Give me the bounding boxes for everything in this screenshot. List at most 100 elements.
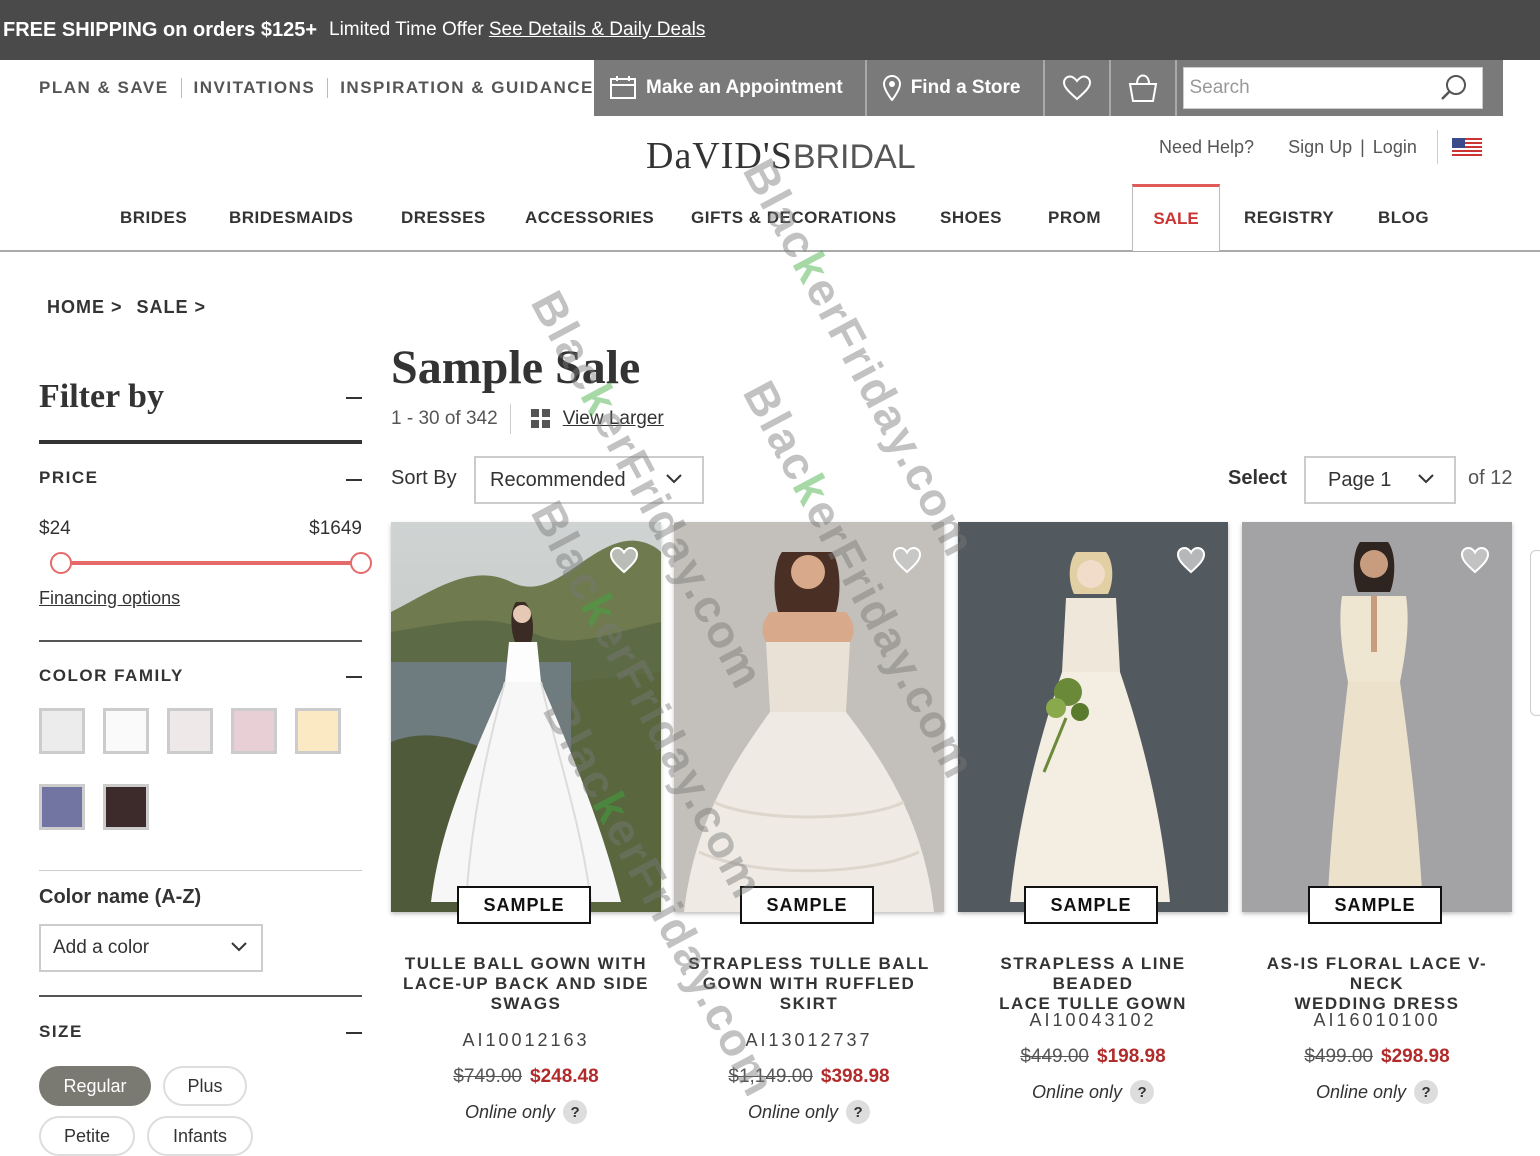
price-slider-max-handle[interactable] [350, 552, 372, 574]
size-regular-pill[interactable]: Regular [39, 1066, 151, 1106]
product-image[interactable] [674, 522, 944, 912]
heart-icon[interactable] [892, 546, 922, 574]
find-store-button[interactable]: Find a Store [866, 60, 1045, 116]
nav-gifts-decorations[interactable]: GIFTS & DECORATIONS [691, 208, 897, 228]
price-min: $24 [39, 518, 71, 539]
filter-title: Filter by [39, 378, 164, 415]
carousel-edge-control[interactable] [1530, 550, 1540, 716]
color-swatch-ivory[interactable] [103, 708, 149, 754]
search-input[interactable] [1183, 77, 1434, 99]
brand-logo[interactable]: DaVID'SBRIDAL [646, 134, 916, 178]
promo-details-link[interactable]: See Details & Daily Deals [489, 19, 705, 41]
breadcrumb-sale[interactable]: SALE > [137, 297, 207, 318]
nav-brides[interactable]: BRIDES [120, 208, 187, 228]
chevron-down-icon [666, 474, 682, 484]
color-swatch-blue[interactable] [39, 784, 85, 830]
color-swatch-brown[interactable] [103, 784, 149, 830]
nav-prom[interactable]: PROM [1048, 208, 1101, 228]
color-swatch-yellow[interactable] [295, 708, 341, 754]
product-prices: $449.00 $198.98 [958, 1046, 1228, 1068]
collapse-filters-icon[interactable] [346, 397, 362, 399]
product-image[interactable] [958, 522, 1228, 912]
util-link-inspiration[interactable]: INSPIRATION & GUIDANCE [327, 78, 606, 98]
product-sku: AI16010100 [1313, 1010, 1441, 1030]
original-price: $1,149.00 [728, 1066, 813, 1087]
sign-up-link[interactable]: Sign Up [1288, 137, 1352, 158]
search-icon[interactable] [1440, 74, 1468, 102]
product-sku: AI10043102 [1029, 1010, 1157, 1030]
online-only-label: Online only [1315, 1081, 1407, 1102]
breadcrumb-home[interactable]: HOME > [47, 297, 123, 318]
view-larger-link[interactable]: View Larger [563, 408, 664, 430]
logo-bold: DaVID'S [646, 135, 793, 177]
nav-dresses[interactable]: DRESSES [401, 208, 486, 228]
util-link-plan-save[interactable]: PLAN & SAVE [39, 78, 181, 98]
product-name[interactable]: STRAPLESS TULLE BALL GOWN WITH RUFFLED S… [674, 954, 944, 1014]
login-link[interactable]: Login [1373, 137, 1417, 158]
product-name-line: SKIRT [779, 994, 839, 1013]
collapse-color-icon[interactable] [346, 676, 362, 678]
heart-icon[interactable] [1460, 546, 1490, 574]
product-prices: $749.00 $248.48 [391, 1066, 661, 1088]
nav-bridesmaids[interactable]: BRIDESMAIDS [229, 208, 354, 228]
financing-options-link[interactable]: Financing options [39, 588, 180, 609]
color-swatch-light-gray[interactable] [167, 708, 213, 754]
country-selector[interactable] [1436, 130, 1482, 164]
online-only-label: Online only [747, 1101, 839, 1122]
watermark-text: er [795, 267, 864, 335]
original-price: $749.00 [453, 1066, 522, 1087]
sort-select[interactable]: Recommended [474, 456, 704, 504]
map-pin-icon [882, 75, 901, 101]
price-slider-track[interactable] [59, 561, 361, 565]
color-swatch-pink[interactable] [231, 708, 277, 754]
color-swatch-white[interactable] [39, 708, 85, 754]
availability-note: Online only? [958, 1080, 1228, 1104]
util-link-invitations[interactable]: INVITATIONS [180, 78, 328, 98]
chevron-down-icon [1418, 474, 1434, 484]
help-icon[interactable]: ? [1414, 1080, 1439, 1104]
nav-blog[interactable]: BLOG [1378, 208, 1429, 228]
page-total: of 12 [1468, 467, 1513, 489]
collapse-price-icon[interactable] [346, 479, 362, 481]
product-name[interactable]: AS-IS FLORAL LACE V-NECK WEDDING DRESS [1242, 954, 1512, 1014]
original-price: $499.00 [1304, 1046, 1373, 1067]
divider [39, 640, 362, 642]
sample-badge: SAMPLE [457, 886, 591, 924]
price-title: PRICE [39, 468, 99, 487]
nav-accessories[interactable]: ACCESSORIES [525, 208, 654, 228]
product-name[interactable]: STRAPLESS A LINE BEADED LACE TULLE GOWN [958, 954, 1228, 1014]
product-name[interactable]: TULLE BALL GOWN WITH LACE-UP BACK AND SI… [391, 954, 661, 1014]
nav-registry[interactable]: REGISTRY [1244, 208, 1334, 228]
size-infants-pill[interactable]: Infants [147, 1116, 253, 1156]
need-help-link[interactable]: Need Help? [1159, 137, 1254, 158]
product-name-line: LACE-UP BACK AND SIDE [403, 974, 649, 993]
make-appointment-button[interactable]: Make an Appointment [594, 60, 867, 116]
product-image[interactable] [391, 522, 661, 912]
price-slider-min-handle[interactable] [50, 552, 72, 574]
product-sku: AI10012163 [462, 1030, 590, 1050]
product-name-line: GOWN WITH RUFFLED [702, 974, 916, 993]
cart-button[interactable] [1110, 60, 1177, 116]
help-icon[interactable]: ? [563, 1100, 588, 1124]
account-separator: | [1360, 136, 1365, 157]
sample-badge: SAMPLE [740, 886, 874, 924]
sample-badge: SAMPLE [1024, 886, 1158, 924]
product-name-line: SWAGS [490, 994, 562, 1013]
heart-icon[interactable] [609, 546, 639, 574]
product-image[interactable] [1242, 522, 1512, 912]
add-color-select[interactable]: Add a color [39, 924, 263, 972]
nav-sale[interactable]: SALE [1132, 184, 1220, 251]
utility-actions: Make an Appointment Find a Store [594, 60, 1503, 116]
heart-icon[interactable] [1176, 546, 1206, 574]
size-plus-pill[interactable]: Plus [163, 1066, 247, 1106]
help-icon[interactable]: ? [1130, 1080, 1155, 1104]
page-select[interactable]: Page 1 [1304, 456, 1456, 504]
collapse-size-icon[interactable] [346, 1032, 362, 1034]
grid-view-icon[interactable] [530, 409, 551, 429]
wishlist-button[interactable] [1044, 60, 1111, 116]
help-icon[interactable]: ? [846, 1100, 871, 1124]
size-petite-pill[interactable]: Petite [39, 1116, 135, 1156]
nav-shoes[interactable]: SHOES [940, 208, 1002, 228]
promo-offer: Limited Time Offer [329, 19, 484, 40]
product-sku: AI13012737 [745, 1030, 873, 1050]
